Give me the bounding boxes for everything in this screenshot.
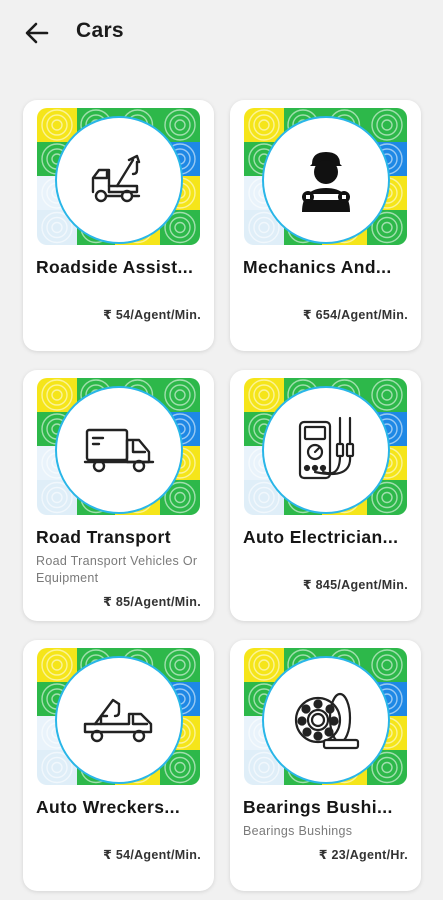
service-card-mechanics[interactable]: Mechanics And... ₹ 654/Agent/Min. [230,100,421,351]
service-name: Bearings Bushi... [243,797,393,817]
icon-circle [55,116,183,244]
service-thumbnail [37,108,200,245]
service-name: Auto Wreckers... [36,797,181,817]
service-card-road-transport[interactable]: Road Transport Road Transport Vehicles O… [23,370,214,621]
delivery-truck-icon [83,428,155,473]
icon-circle [262,386,390,514]
service-price: ₹ 845/Agent/Min. [302,578,408,592]
service-name: Auto Electrician... [243,527,399,547]
icon-circle [55,656,183,784]
service-name: Mechanics And... [243,257,392,277]
service-card-auto-electrician[interactable]: Auto Electrician... ₹ 845/Agent/Min. [230,370,421,621]
wrecker-truck-icon [83,698,153,743]
icon-circle [262,656,390,784]
service-price: ₹ 23/Agent/Hr. [318,848,408,862]
service-price: ₹ 85/Agent/Min. [103,595,201,609]
bearing-icon [294,692,360,750]
service-name: Roadside Assist... [36,257,194,277]
service-price: ₹ 54/Agent/Min. [103,848,201,862]
service-card-roadside-assistance[interactable]: Roadside Assist... ₹ 54/Agent/Min. [23,100,214,351]
tow-truck-icon [91,154,141,203]
service-thumbnail [37,648,200,785]
icon-circle [55,386,183,514]
service-description: Road Transport Vehicles Or Equipment [36,554,198,585]
multimeter-icon [298,416,355,480]
service-thumbnail [244,648,407,785]
service-price: ₹ 54/Agent/Min. [103,308,201,322]
service-thumbnail [244,108,407,245]
service-thumbnail [37,378,200,515]
service-price: ₹ 654/Agent/Min. [302,308,408,322]
service-card-auto-wreckers[interactable]: Auto Wreckers... ₹ 54/Agent/Min. [23,640,214,891]
mechanic-icon [302,152,350,212]
service-name: Road Transport [36,527,171,547]
service-grid: Roadside Assist... ₹ 54/Agent/Min. Mecha… [0,0,443,900]
icon-circle [262,116,390,244]
service-card-bearings-bushings[interactable]: Bearings Bushi... Bearings Bushings ₹ 23… [230,640,421,891]
service-description: Bearings Bushings [243,824,353,838]
service-thumbnail [244,378,407,515]
